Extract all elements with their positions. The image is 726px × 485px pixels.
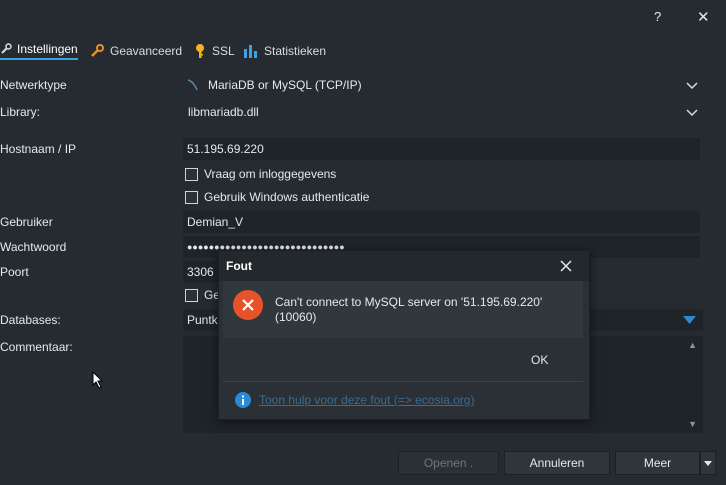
- network-type-value: MariaDB or MySQL (TCP/IP): [208, 78, 362, 92]
- network-type-label: Netwerktype: [0, 78, 67, 92]
- wrench-icon: [1, 43, 12, 54]
- open-button-label: Openen .: [423, 456, 474, 470]
- dialog-title: Fout: [226, 259, 252, 273]
- chevron-down-icon[interactable]: [685, 78, 699, 92]
- ask-login-checkbox-row[interactable]: Vraag om inloggegevens: [185, 167, 336, 181]
- password-label: Wachtwoord: [0, 240, 67, 254]
- comment-label: Commentaar:: [0, 340, 73, 354]
- mouse-cursor-icon: [92, 371, 104, 389]
- more-dropdown-button[interactable]: [700, 451, 716, 475]
- tab-label: Instellingen: [17, 42, 78, 56]
- tab-instellingen[interactable]: Instellingen: [0, 42, 78, 60]
- hostname-label: Hostnaam / IP: [0, 142, 77, 156]
- ask-login-checkbox[interactable]: [185, 167, 198, 181]
- dialog-help-row: Toon hulp voor deze fout (=> ecosia.org): [235, 392, 474, 408]
- close-window-button[interactable]: ✕: [697, 8, 710, 26]
- dialog-message: Can't connect to MySQL server on '51.195…: [275, 295, 543, 324]
- hostname-input[interactable]: 51.195.69.220: [183, 138, 700, 160]
- tab-label: Geavanceerd: [110, 44, 183, 58]
- tab-label: SSL: [212, 44, 235, 58]
- dialog-message-area: Can't connect to MySQL server on '51.195…: [223, 281, 583, 338]
- compression-checkbox[interactable]: [185, 288, 198, 302]
- port-input[interactable]: 3306: [183, 261, 223, 283]
- chevron-down-icon[interactable]: [685, 105, 699, 119]
- windows-auth-checkbox[interactable]: [185, 190, 198, 204]
- cancel-button-label: Annuleren: [529, 456, 585, 470]
- ask-login-label: Vraag om inloggegevens: [204, 167, 337, 181]
- dialog-ok-button[interactable]: OK: [531, 353, 548, 367]
- tab-geavanceerd[interactable]: Geavanceerd: [89, 43, 182, 59]
- dropdown-arrow-icon[interactable]: [683, 316, 696, 325]
- error-icon: [233, 290, 263, 320]
- key-icon: [196, 44, 204, 58]
- more-button-label: Meer: [643, 456, 672, 470]
- info-icon: [235, 392, 251, 408]
- port-label: Poort: [0, 265, 29, 279]
- tab-ssl[interactable]: SSL: [193, 43, 235, 59]
- dialog-header: Fout: [219, 251, 589, 281]
- dialog-help-link[interactable]: Toon hulp voor deze fout (=> ecosia.org): [259, 393, 474, 407]
- user-value: Demian_V: [187, 215, 244, 229]
- mariadb-icon: [187, 79, 198, 91]
- network-type-select[interactable]: MariaDB or MySQL (TCP/IP): [183, 74, 703, 96]
- user-input[interactable]: Demian_V: [183, 211, 700, 233]
- more-button[interactable]: Meer: [615, 451, 700, 475]
- windows-auth-label: Gebruik Windows authenticatie: [204, 190, 370, 204]
- databases-label: Databases:: [0, 313, 61, 327]
- user-label: Gebruiker: [0, 215, 53, 229]
- scroll-down-icon[interactable]: ▼: [688, 419, 697, 429]
- dialog-divider: [223, 381, 583, 382]
- windows-auth-checkbox-row[interactable]: Gebruik Windows authenticatie: [185, 190, 369, 204]
- caret-down-icon: [704, 460, 712, 466]
- bar-chart-icon: [244, 45, 257, 58]
- error-dialog: Fout Can't connect to MySQL server on '5…: [218, 250, 590, 420]
- compression-checkbox-row[interactable]: Ge: [185, 288, 220, 302]
- cancel-button[interactable]: Annuleren: [504, 451, 610, 475]
- port-value: 3306: [187, 265, 214, 279]
- databases-value: Puntk: [187, 313, 218, 327]
- library-select[interactable]: libmariadb.dll: [183, 101, 703, 123]
- library-value: libmariadb.dll: [188, 105, 259, 119]
- tab-statistieken[interactable]: Statistieken: [243, 43, 326, 59]
- dialog-ok-label: OK: [531, 353, 549, 367]
- tab-label: Statistieken: [264, 44, 327, 58]
- help-button[interactable]: ?: [654, 9, 661, 24]
- wrench-orange-icon: [91, 44, 104, 57]
- dialog-close-icon[interactable]: [560, 260, 572, 272]
- library-label: Library:: [0, 105, 41, 119]
- open-button[interactable]: Openen .: [398, 451, 499, 475]
- hostname-value: 51.195.69.220: [187, 142, 264, 156]
- scroll-up-icon[interactable]: ▲: [688, 340, 697, 350]
